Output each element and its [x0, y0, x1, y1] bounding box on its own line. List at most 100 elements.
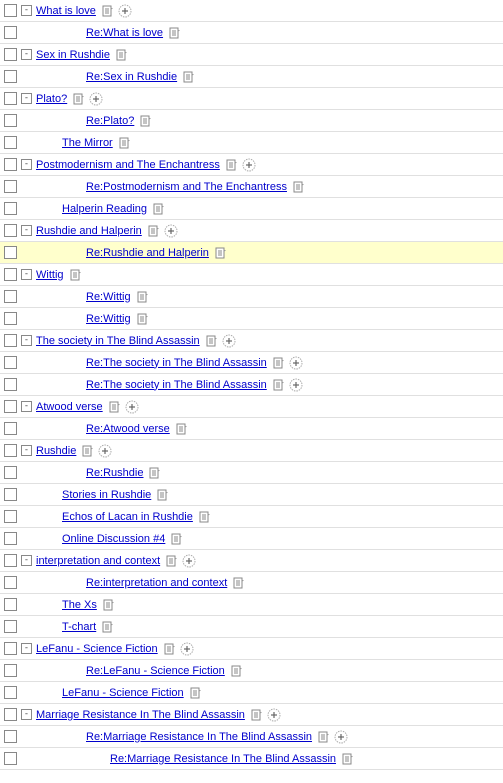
collapse-icon[interactable]: -: [21, 159, 32, 170]
thread-title-link[interactable]: Rushdie: [36, 445, 76, 457]
select-checkbox[interactable]: [4, 752, 17, 765]
thread-title-link[interactable]: Atwood verse: [36, 401, 103, 413]
document-icon[interactable]: [102, 5, 114, 17]
select-checkbox[interactable]: [4, 642, 17, 655]
document-icon[interactable]: [273, 357, 285, 369]
document-icon[interactable]: [226, 159, 238, 171]
add-icon[interactable]: [118, 4, 132, 18]
document-icon[interactable]: [199, 511, 211, 523]
thread-title-link[interactable]: Re:LeFanu - Science Fiction: [86, 665, 225, 677]
collapse-icon[interactable]: -: [21, 5, 32, 16]
document-icon[interactable]: [157, 489, 169, 501]
document-icon[interactable]: [149, 467, 161, 479]
thread-title-link[interactable]: Re:Wittig: [86, 291, 131, 303]
add-icon[interactable]: [125, 400, 139, 414]
document-icon[interactable]: [215, 247, 227, 259]
thread-title-link[interactable]: Halperin Reading: [62, 203, 147, 215]
thread-title-link[interactable]: Marriage Resistance In The Blind Assassi…: [36, 709, 245, 721]
thread-title-link[interactable]: Rushdie and Halperin: [36, 225, 142, 237]
thread-title-link[interactable]: Re:Wittig: [86, 313, 131, 325]
collapse-icon[interactable]: -: [21, 335, 32, 346]
document-icon[interactable]: [140, 115, 152, 127]
document-icon[interactable]: [169, 27, 181, 39]
document-icon[interactable]: [183, 71, 195, 83]
thread-title-link[interactable]: Plato?: [36, 93, 67, 105]
select-checkbox[interactable]: [4, 48, 17, 61]
document-icon[interactable]: [190, 687, 202, 699]
document-icon[interactable]: [206, 335, 218, 347]
add-icon[interactable]: [289, 378, 303, 392]
thread-title-link[interactable]: Re:Sex in Rushdie: [86, 71, 177, 83]
thread-title-link[interactable]: Sex in Rushdie: [36, 49, 110, 61]
collapse-icon[interactable]: -: [21, 555, 32, 566]
document-icon[interactable]: [231, 665, 243, 677]
select-checkbox[interactable]: [4, 444, 17, 457]
select-checkbox[interactable]: [4, 400, 17, 413]
document-icon[interactable]: [103, 599, 115, 611]
thread-title-link[interactable]: Stories in Rushdie: [62, 489, 151, 501]
add-icon[interactable]: [180, 642, 194, 656]
document-icon[interactable]: [148, 225, 160, 237]
add-icon[interactable]: [222, 334, 236, 348]
select-checkbox[interactable]: [4, 334, 17, 347]
select-checkbox[interactable]: [4, 202, 17, 215]
select-checkbox[interactable]: [4, 70, 17, 83]
thread-title-link[interactable]: Re:Postmodernism and The Enchantress: [86, 181, 287, 193]
document-icon[interactable]: [293, 181, 305, 193]
add-icon[interactable]: [289, 356, 303, 370]
select-checkbox[interactable]: [4, 576, 17, 589]
collapse-icon[interactable]: -: [21, 93, 32, 104]
document-icon[interactable]: [102, 621, 114, 633]
thread-title-link[interactable]: Online Discussion #4: [62, 533, 165, 545]
thread-title-link[interactable]: LeFanu - Science Fiction: [62, 687, 184, 699]
document-icon[interactable]: [164, 643, 176, 655]
thread-title-link[interactable]: Re:Marriage Resistance In The Blind Assa…: [110, 753, 336, 765]
add-icon[interactable]: [267, 708, 281, 722]
select-checkbox[interactable]: [4, 180, 17, 193]
select-checkbox[interactable]: [4, 136, 17, 149]
select-checkbox[interactable]: [4, 466, 17, 479]
thread-title-link[interactable]: What is love: [36, 5, 96, 17]
thread-title-link[interactable]: Wittig: [36, 269, 64, 281]
document-icon[interactable]: [251, 709, 263, 721]
collapse-icon[interactable]: -: [21, 269, 32, 280]
collapse-icon[interactable]: -: [21, 49, 32, 60]
document-icon[interactable]: [73, 93, 85, 105]
collapse-icon[interactable]: -: [21, 643, 32, 654]
select-checkbox[interactable]: [4, 356, 17, 369]
select-checkbox[interactable]: [4, 664, 17, 677]
thread-title-link[interactable]: The Mirror: [62, 137, 113, 149]
thread-title-link[interactable]: The Xs: [62, 599, 97, 611]
thread-title-link[interactable]: LeFanu - Science Fiction: [36, 643, 158, 655]
select-checkbox[interactable]: [4, 224, 17, 237]
select-checkbox[interactable]: [4, 598, 17, 611]
document-icon[interactable]: [119, 137, 131, 149]
add-icon[interactable]: [242, 158, 256, 172]
collapse-icon[interactable]: -: [21, 445, 32, 456]
select-checkbox[interactable]: [4, 26, 17, 39]
thread-title-link[interactable]: T-chart: [62, 621, 96, 633]
thread-title-link[interactable]: Re:The society in The Blind Assassin: [86, 379, 267, 391]
document-icon[interactable]: [137, 313, 149, 325]
thread-title-link[interactable]: Re:What is love: [86, 27, 163, 39]
collapse-icon[interactable]: -: [21, 401, 32, 412]
thread-title-link[interactable]: Re:Marriage Resistance In The Blind Assa…: [86, 731, 312, 743]
document-icon[interactable]: [233, 577, 245, 589]
thread-title-link[interactable]: Echos of Lacan in Rushdie: [62, 511, 193, 523]
select-checkbox[interactable]: [4, 378, 17, 391]
document-icon[interactable]: [166, 555, 178, 567]
select-checkbox[interactable]: [4, 312, 17, 325]
collapse-icon[interactable]: -: [21, 709, 32, 720]
select-checkbox[interactable]: [4, 268, 17, 281]
add-icon[interactable]: [164, 224, 178, 238]
select-checkbox[interactable]: [4, 730, 17, 743]
select-checkbox[interactable]: [4, 158, 17, 171]
document-icon[interactable]: [176, 423, 188, 435]
document-icon[interactable]: [342, 753, 354, 765]
add-icon[interactable]: [89, 92, 103, 106]
document-icon[interactable]: [109, 401, 121, 413]
select-checkbox[interactable]: [4, 510, 17, 523]
select-checkbox[interactable]: [4, 488, 17, 501]
thread-title-link[interactable]: Re:Atwood verse: [86, 423, 170, 435]
document-icon[interactable]: [116, 49, 128, 61]
